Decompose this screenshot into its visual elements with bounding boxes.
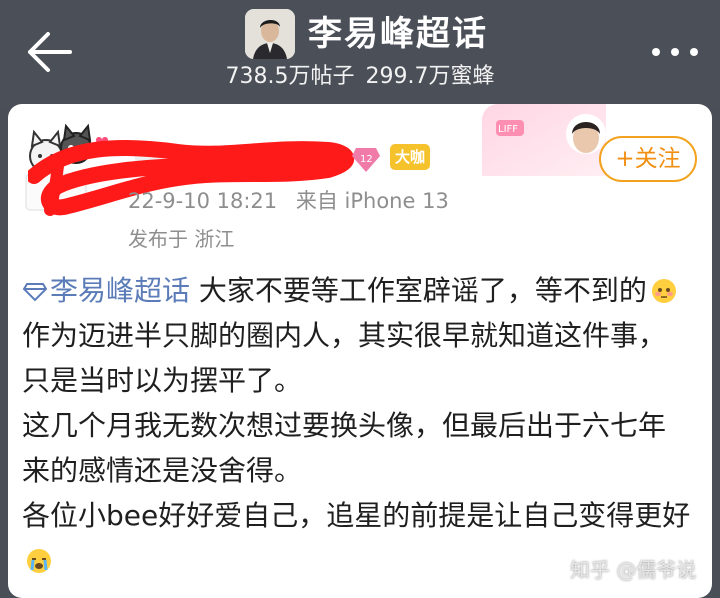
page-title: 李易峰超话 (308, 14, 488, 54)
post-location: 发布于 浙江 (128, 227, 235, 251)
post-text-3: 这几个月我无数次想过要换头像，但最后出于六七年来的感情还是没舍得。 (22, 409, 667, 487)
svg-text:LIFF: LIFF (498, 124, 518, 135)
post-body: 李易峰超话 大家不要等工作室辟谣了，等不到的 作为迈进半只脚的圈内人，其实很早就… (22, 268, 692, 583)
topic-avatar[interactable] (245, 9, 295, 59)
flushed-face-emoji (651, 279, 676, 303)
vip-badge: 大咖 (390, 144, 431, 170)
topic-link[interactable]: 李易峰超话 (22, 274, 190, 307)
post-text-4: 各位小bee好好爱自己，追星的前提是让自己变得更好 (22, 499, 691, 532)
post-text-2: 作为迈进半只脚的圈内人，其实很早就知道这件事，只是当时以为摆平了。 (22, 319, 667, 397)
crying-face-emoji (27, 549, 51, 573)
post-source: 来自 iPhone 13 (295, 189, 449, 213)
svg-text:12: 12 (360, 154, 373, 165)
topic-header: 李易峰超话 738.5万帖子 299.7万蜜蜂 (0, 0, 720, 108)
level-badge-icon: 12 (352, 148, 380, 172)
post-meta: 22-9-10 18:21 来自 iPhone 13 (128, 186, 461, 216)
follow-button[interactable]: +关注 (599, 136, 697, 182)
fan-card-banner[interactable]: LIFF (482, 104, 606, 176)
post-card: 者 12 大咖 22-9-10 18:21 来自 iPhone 13 发布于 浙… (8, 104, 712, 598)
post-text-1: 大家不要等工作室辟谣了，等不到的 (198, 274, 647, 307)
post-timestamp: 22-9-10 18:21 (128, 189, 278, 213)
topic-stats: 738.5万帖子 299.7万蜜蜂 (0, 60, 720, 94)
diamond-topic-icon (22, 283, 48, 302)
more-button[interactable] (648, 42, 702, 62)
watermark: 知乎 @儒爷说 (570, 558, 697, 582)
fans-count: 299.7万蜜蜂 (365, 64, 495, 89)
posts-count: 738.5万帖子 (225, 64, 355, 89)
